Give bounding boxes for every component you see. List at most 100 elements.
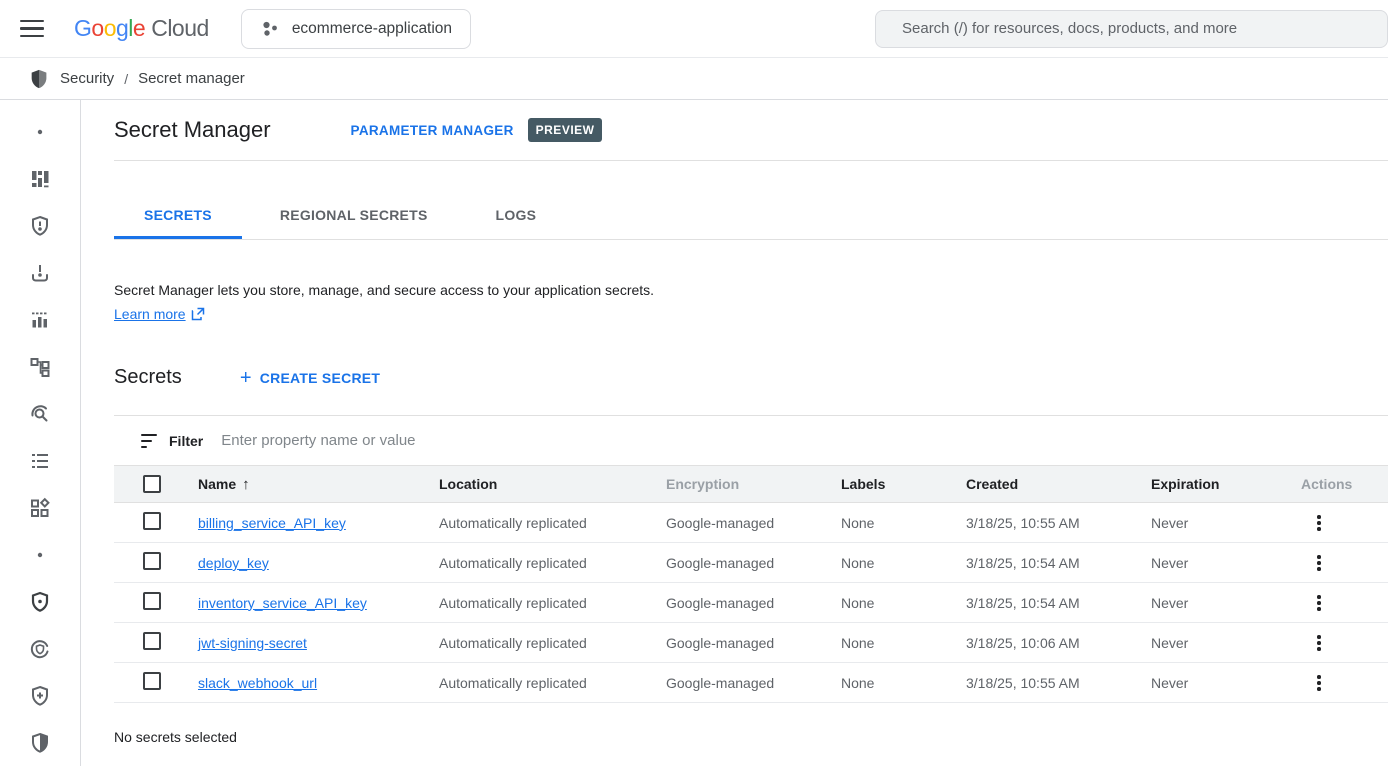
secret-name-link[interactable]: billing_service_API_key xyxy=(198,515,346,531)
expiration-cell: Never xyxy=(1139,555,1289,571)
create-secret-button[interactable]: + CREATE SECRET xyxy=(240,368,380,388)
labels-cell: None xyxy=(829,555,954,571)
global-search xyxy=(875,10,1388,48)
breadcrumb-security[interactable]: Security xyxy=(60,70,114,87)
filter-icon xyxy=(141,434,157,449)
row-checkbox[interactable] xyxy=(143,592,161,610)
learn-more-link[interactable]: Learn more xyxy=(114,306,186,322)
row-checkbox[interactable] xyxy=(143,552,161,570)
labels-cell: None xyxy=(829,595,954,611)
created-cell: 3/18/25, 10:54 AM xyxy=(954,595,1139,611)
menu-icon[interactable] xyxy=(20,15,48,43)
created-cell: 3/18/25, 10:06 AM xyxy=(954,635,1139,651)
overview-icon[interactable] xyxy=(16,155,64,202)
preview-badge: PREVIEW xyxy=(528,118,603,142)
row-actions-button[interactable] xyxy=(1311,629,1327,657)
intro-text: Secret Manager lets you store, manage, a… xyxy=(114,280,1388,300)
row-actions-button[interactable] xyxy=(1311,509,1327,537)
secret-name-link[interactable]: jwt-signing-secret xyxy=(198,635,307,651)
tab-secrets[interactable]: SECRETS xyxy=(114,194,242,239)
shield-half-icon[interactable] xyxy=(16,719,64,766)
labels-cell: None xyxy=(829,675,954,691)
scan-search-icon[interactable] xyxy=(16,390,64,437)
encryption-cell: Google-managed xyxy=(654,515,829,531)
logo-cloud-text: Cloud xyxy=(151,15,209,42)
secret-name-link[interactable]: deploy_key xyxy=(198,555,269,571)
row-checkbox[interactable] xyxy=(143,512,161,530)
secret-name-link[interactable]: inventory_service_API_key xyxy=(198,595,367,611)
table-row: billing_service_API_key Automatically re… xyxy=(114,503,1388,543)
security-shield-icon xyxy=(28,68,50,90)
column-header-expiration[interactable]: Expiration xyxy=(1139,476,1289,492)
column-header-location[interactable]: Location xyxy=(427,476,654,492)
filter-input[interactable] xyxy=(221,432,1388,449)
secrets-section-header: Secrets + CREATE SECRET xyxy=(114,366,1388,389)
security-nav-sidebar xyxy=(0,100,81,766)
breadcrumb: Security / Secret manager xyxy=(0,58,1388,100)
expiration-cell: Never xyxy=(1139,515,1289,531)
learn-more-row: Learn more xyxy=(114,306,1388,322)
logo-letter: o xyxy=(104,15,116,41)
column-header-name[interactable]: Name ↑ xyxy=(186,476,427,493)
secret-name-link[interactable]: slack_webhook_url xyxy=(198,675,317,691)
select-all-checkbox[interactable] xyxy=(143,475,161,493)
column-label: Name xyxy=(198,476,236,492)
logo-letter: G xyxy=(74,15,91,41)
encryption-cell: Google-managed xyxy=(654,555,829,571)
location-cell: Automatically replicated xyxy=(427,675,654,691)
location-cell: Automatically replicated xyxy=(427,595,654,611)
project-selector[interactable]: ecommerce-application xyxy=(241,9,471,49)
secrets-table: Filter Name ↑ Location Encryption Labels… xyxy=(114,415,1388,703)
row-actions-button[interactable] xyxy=(1311,669,1327,697)
expiration-cell: Never xyxy=(1139,595,1289,611)
threat-landing-icon[interactable] xyxy=(16,249,64,296)
table-row: slack_webhook_url Automatically replicat… xyxy=(114,663,1388,703)
row-actions-button[interactable] xyxy=(1311,549,1327,577)
findings-list-icon[interactable] xyxy=(16,437,64,484)
main-content: Secret Manager PARAMETER MANAGER PREVIEW… xyxy=(81,100,1388,766)
location-cell: Automatically replicated xyxy=(427,555,654,571)
shield-plus-icon[interactable] xyxy=(16,672,64,719)
search-input[interactable] xyxy=(876,20,1387,37)
column-header-created[interactable]: Created xyxy=(954,476,1139,492)
tab-regional-secrets[interactable]: REGIONAL SECRETS xyxy=(250,194,458,239)
table-row: deploy_key Automatically replicated Goog… xyxy=(114,543,1388,583)
labels-cell: None xyxy=(829,635,954,651)
filter-label: Filter xyxy=(169,433,203,449)
location-cell: Automatically replicated xyxy=(427,635,654,651)
plus-icon: + xyxy=(240,368,252,388)
created-cell: 3/18/25, 10:54 AM xyxy=(954,555,1139,571)
tab-bar: SECRETS REGIONAL SECRETS LOGS xyxy=(114,161,1388,240)
top-app-bar: Google Cloud ecommerce-application xyxy=(0,0,1388,58)
project-name: ecommerce-application xyxy=(292,20,452,38)
row-actions-button[interactable] xyxy=(1311,589,1327,617)
chart-bars-icon[interactable] xyxy=(16,296,64,343)
encryption-cell: Google-managed xyxy=(654,635,829,651)
column-header-labels[interactable]: Labels xyxy=(829,476,954,492)
hierarchy-icon[interactable] xyxy=(16,343,64,390)
secret-manager-shield-icon[interactable] xyxy=(16,578,64,625)
external-link-icon xyxy=(191,307,205,321)
labels-cell: None xyxy=(829,515,954,531)
table-row: inventory_service_API_key Automatically … xyxy=(114,583,1388,623)
parameter-manager-link[interactable]: PARAMETER MANAGER xyxy=(351,123,514,138)
breadcrumb-page: Secret manager xyxy=(138,70,245,87)
created-cell: 3/18/25, 10:55 AM xyxy=(954,515,1139,531)
location-cell: Automatically replicated xyxy=(427,515,654,531)
column-header-encryption: Encryption xyxy=(654,476,829,492)
page-header: Secret Manager PARAMETER MANAGER PREVIEW xyxy=(114,100,1388,161)
compliance-ring-icon[interactable] xyxy=(16,625,64,672)
sort-ascending-icon: ↑ xyxy=(242,476,250,493)
row-checkbox[interactable] xyxy=(143,672,161,690)
secrets-heading: Secrets xyxy=(114,366,182,389)
table-row: jwt-signing-secret Automatically replica… xyxy=(114,623,1388,663)
shield-alert-icon[interactable] xyxy=(16,202,64,249)
tab-logs[interactable]: LOGS xyxy=(466,194,567,239)
logo-letter: e xyxy=(133,15,145,41)
workloads-icon[interactable] xyxy=(16,484,64,531)
row-checkbox[interactable] xyxy=(143,632,161,650)
page-title: Secret Manager xyxy=(114,117,271,143)
breadcrumb-separator: / xyxy=(124,71,128,87)
column-header-actions: Actions xyxy=(1289,476,1388,492)
created-cell: 3/18/25, 10:55 AM xyxy=(954,675,1139,691)
